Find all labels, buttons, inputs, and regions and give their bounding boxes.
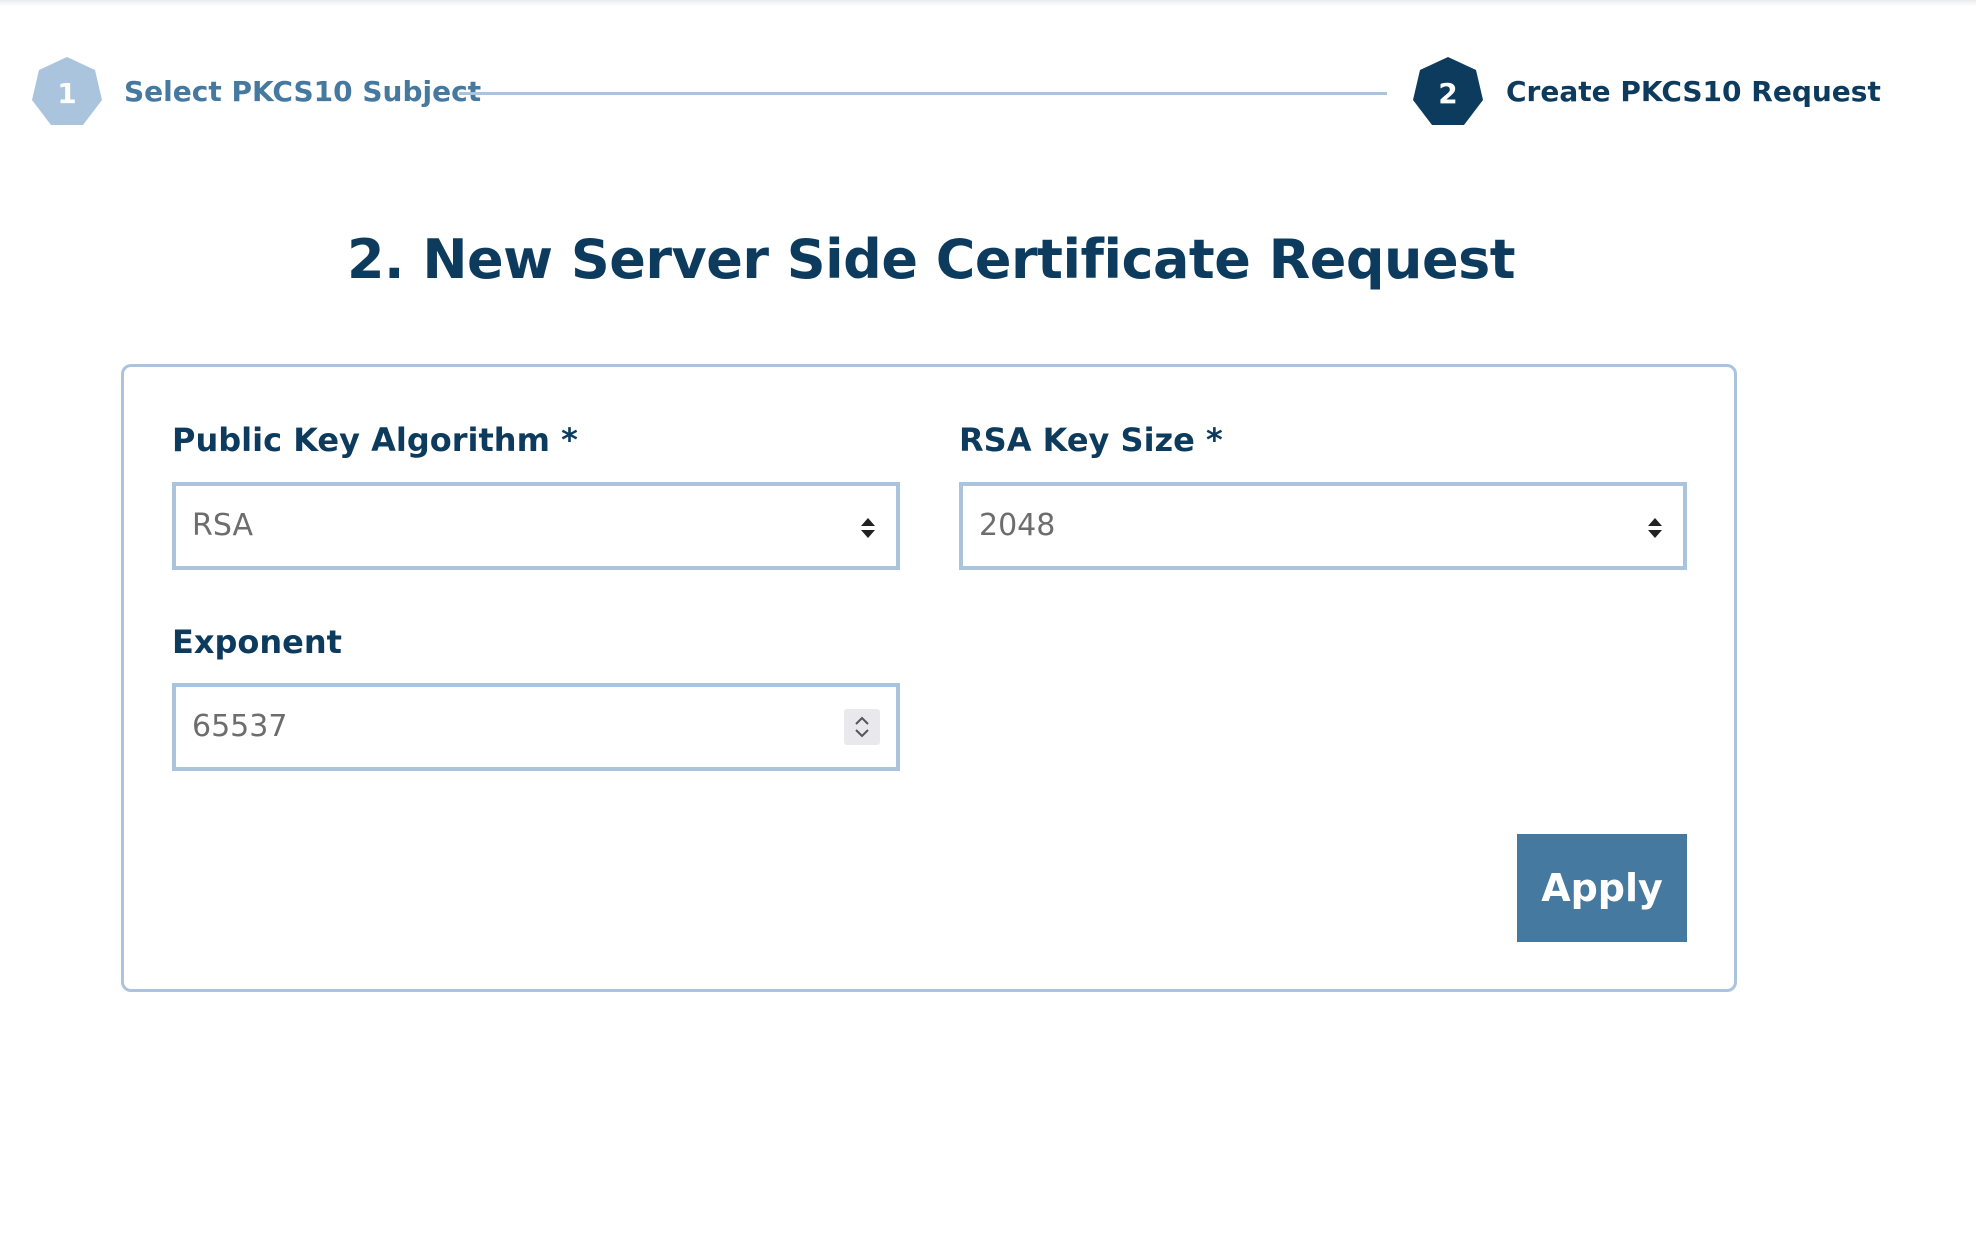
step-connector xyxy=(459,92,1387,95)
sort-arrows-icon xyxy=(1648,518,1662,538)
page-title: 2. New Server Side Certificate Request xyxy=(346,228,1516,291)
step-2-number: 2 xyxy=(1438,76,1458,110)
step-2-badge[interactable]: 2 xyxy=(1410,55,1486,131)
step-1-badge[interactable]: 1 xyxy=(29,55,105,131)
number-spinner[interactable] xyxy=(844,709,880,745)
stepper: 1 Select PKCS10 Subject 2 Create PKCS10 … xyxy=(29,55,1881,135)
step-1-number: 1 xyxy=(57,76,77,110)
exponent-input[interactable]: 65537 xyxy=(172,683,900,771)
public-key-algorithm-value: RSA xyxy=(192,508,253,543)
step-1-label[interactable]: Select PKCS10 Subject xyxy=(124,75,481,108)
public-key-algorithm-select[interactable]: RSA xyxy=(172,482,900,570)
exponent-label: Exponent xyxy=(172,623,342,661)
exponent-value: 65537 xyxy=(192,709,288,744)
step-2-label[interactable]: Create PKCS10 Request xyxy=(1506,75,1881,108)
sort-arrows-icon xyxy=(861,518,875,538)
top-shadow xyxy=(0,0,1976,6)
public-key-algorithm-label: Public Key Algorithm * xyxy=(172,421,578,459)
apply-button[interactable]: Apply xyxy=(1517,834,1687,942)
rsa-key-size-label: RSA Key Size * xyxy=(959,421,1223,459)
rsa-key-size-select[interactable]: 2048 xyxy=(959,482,1687,570)
chevron-up-down-icon xyxy=(855,716,869,738)
rsa-key-size-value: 2048 xyxy=(979,508,1056,543)
form-card: Public Key Algorithm * RSA RSA Key Size … xyxy=(121,364,1737,992)
